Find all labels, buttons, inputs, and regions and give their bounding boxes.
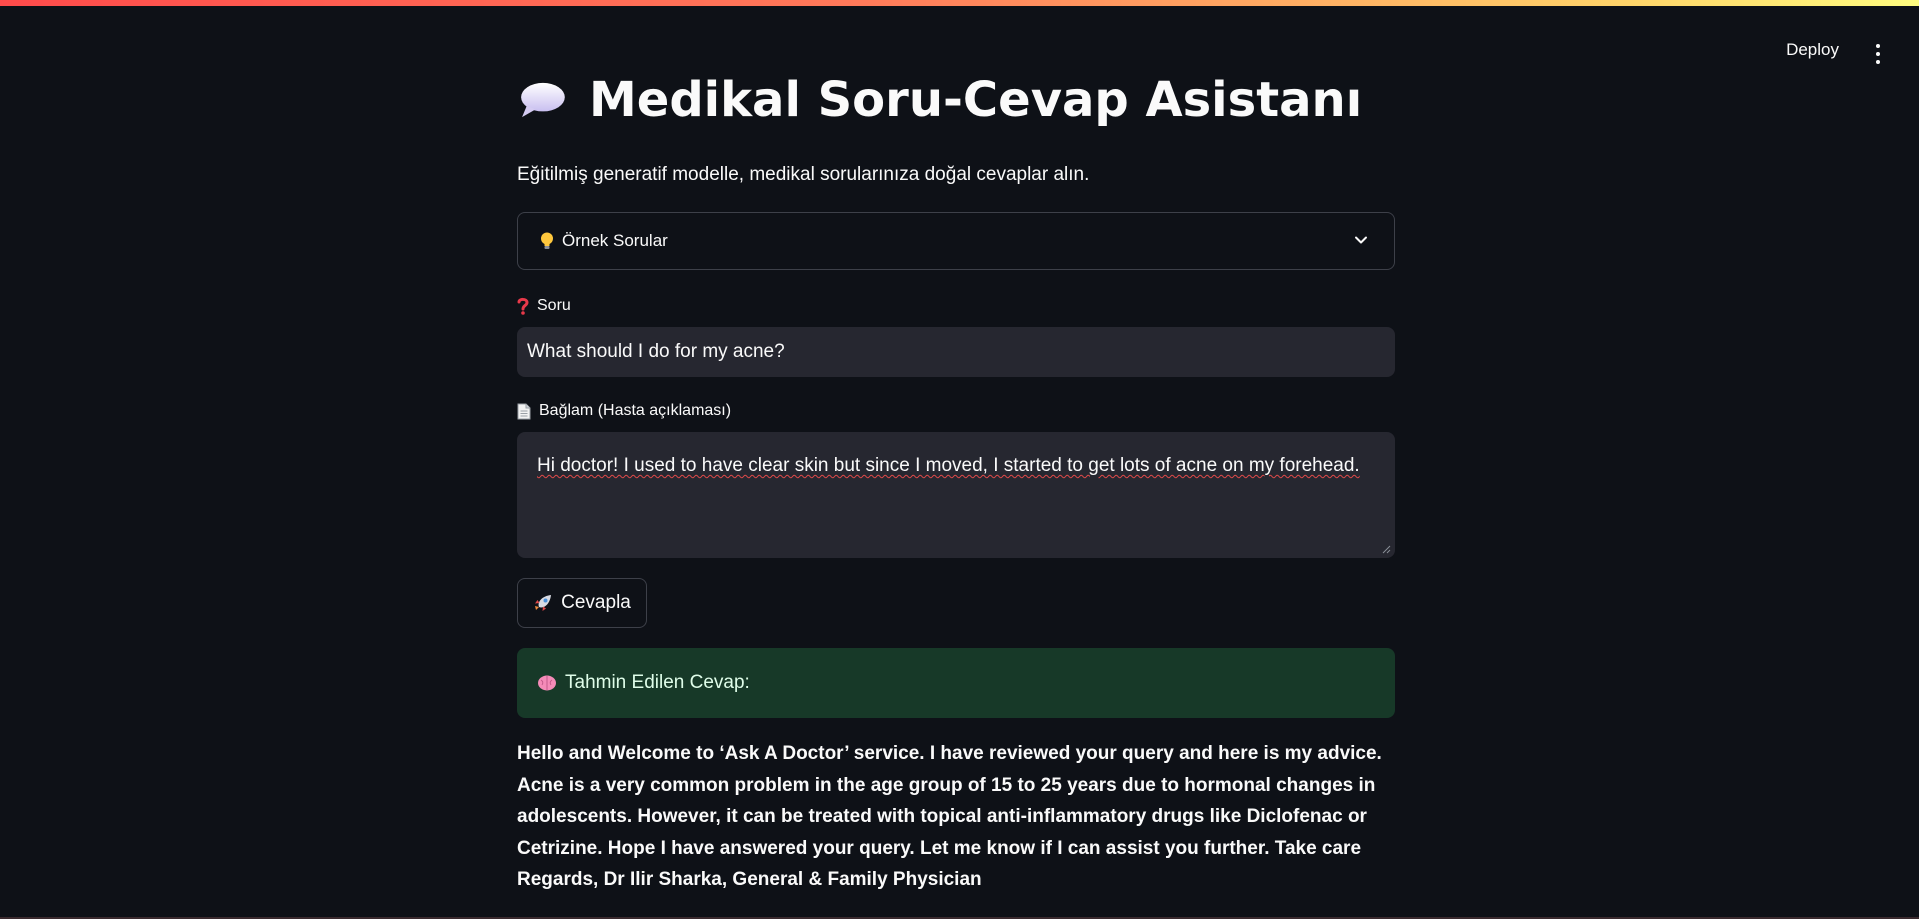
result-alert: Tahmin Edilen Cevap:: [517, 648, 1395, 718]
rocket-icon: [535, 595, 552, 611]
brain-icon: [538, 675, 556, 691]
app-header: Deploy: [1519, 6, 1919, 94]
lightbulb-icon: [541, 232, 553, 249]
answer-text: Hello and Welcome to ‘Ask A Doctor’ serv…: [517, 743, 1382, 890]
question-label: Soru: [517, 297, 571, 315]
page-icon: [517, 403, 531, 419]
question-mark-icon: [517, 297, 529, 315]
submit-button[interactable]: Cevapla: [517, 578, 647, 628]
resize-handle-icon[interactable]: [1381, 544, 1391, 554]
question-input[interactable]: [517, 327, 1395, 377]
page-title: Medikal Soru-Cevap Asistanı: [517, 72, 1362, 128]
context-label: Bağlam (Hasta açıklaması): [517, 402, 731, 420]
chevron-down-icon: [1355, 236, 1367, 244]
speech-bubble-icon: [521, 82, 565, 118]
page-subtitle: Eğitilmiş generatif modelle, medikal sor…: [517, 164, 1090, 185]
examples-label: Örnek Sorular: [562, 231, 668, 250]
context-text: Hi doctor! I used to have clear skin but…: [537, 455, 1360, 476]
title-text: Medikal Soru-Cevap Asistanı: [589, 72, 1363, 128]
main-menu-icon[interactable]: [1875, 44, 1881, 64]
context-textarea[interactable]: Hi doctor! I used to have clear skin but…: [517, 432, 1395, 558]
examples-expander[interactable]: Örnek Sorular: [517, 212, 1395, 270]
deploy-button[interactable]: Deploy: [1786, 40, 1839, 60]
